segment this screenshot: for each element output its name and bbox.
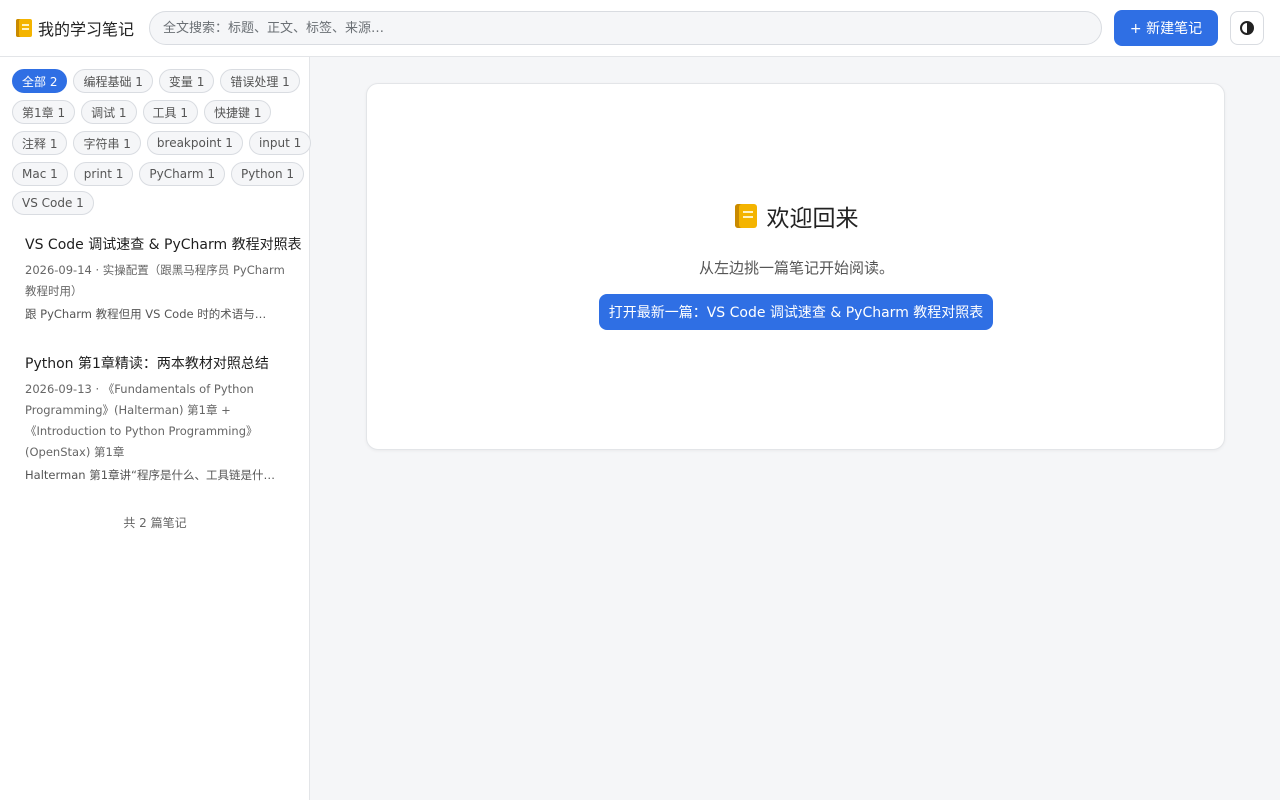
note-list-item[interactable]: Python 第1章精读：两本教材对照总结 2026-09-13 · 《Fund… — [25, 354, 287, 484]
tag-chip[interactable]: 错误处理 1 — [220, 69, 300, 93]
notebook-icon — [734, 204, 757, 228]
tag-chip[interactable]: print 1 — [73, 162, 134, 186]
tag-chip[interactable]: 调试 1 — [81, 100, 137, 124]
open-latest-note-button[interactable]: 打开最新一篇：VS Code 调试速查 & PyCharm 教程对照表 — [599, 294, 993, 330]
note-meta: 2026-09-14 · 实操配置（跟黑马程序员 PyCharm 教程时用） — [25, 263, 285, 298]
note-count: 共 2 篇笔记 — [123, 516, 187, 530]
app-title: 我的学习笔记 — [38, 20, 135, 39]
note-excerpt: 跟 PyCharm 教程但用 VS Code 时的术语与位… — [25, 307, 277, 321]
sidebar: 全部 2 编程基础 1 变量 1 错误处理 1 第1章 1 调试 1 工具 1 … — [0, 57, 312, 800]
note-excerpt: Halterman 第1章讲“程序是什么、工具链是什… — [25, 468, 275, 482]
tag-chip[interactable]: 注释 1 — [12, 131, 68, 155]
tag-chip[interactable]: 工具 1 — [142, 100, 198, 124]
welcome-title: 欢迎回来 — [766, 206, 859, 232]
notebook-icon — [16, 19, 32, 37]
welcome-card: 欢迎回来 从左边挑一篇笔记开始阅读。 打开最新一篇：VS Code 调试速查 &… — [366, 83, 1225, 450]
tag-all[interactable]: 全部 2 — [12, 69, 68, 93]
note-title: VS Code 调试速查 & PyCharm 教程对照表 — [25, 237, 302, 253]
tag-chip[interactable]: Python 1 — [230, 162, 305, 186]
note-title: Python 第1章精读：两本教材对照总结 — [25, 356, 269, 372]
welcome-subtitle: 从左边挑一篇笔记开始阅读。 — [698, 259, 894, 277]
new-note-button[interactable]: + 新建笔记 — [1114, 10, 1218, 46]
tag-chip[interactable]: 编程基础 1 — [73, 69, 153, 93]
app-logo: 我的学习笔记 — [16, 16, 134, 40]
tag-chip[interactable]: 快捷键 1 — [204, 100, 272, 124]
tag-chip[interactable]: 变量 1 — [158, 69, 215, 93]
app-header: 我的学习笔记 + 新建笔记 — [0, 0, 1280, 57]
note-meta: 2026-09-13 · 《Fundamentals of Python Pro… — [25, 382, 258, 459]
theme-toggle-button[interactable] — [1230, 11, 1264, 45]
welcome-heading: 欢迎回来 — [367, 199, 1226, 233]
tag-chip[interactable]: PyCharm 1 — [139, 162, 225, 186]
tag-chip[interactable]: Mac 1 — [12, 162, 68, 186]
note-list-item[interactable]: VS Code 调试速查 & PyCharm 教程对照表 2026-09-14 … — [25, 235, 302, 323]
tag-chip[interactable]: 第1章 1 — [12, 100, 76, 124]
tag-chip[interactable]: breakpoint 1 — [146, 131, 243, 155]
tag-chip[interactable]: VS Code 1 — [12, 191, 94, 215]
search-input[interactable] — [149, 11, 1102, 45]
tag-filter-list: 全部 2 编程基础 1 变量 1 错误处理 1 第1章 1 调试 1 工具 1 … — [12, 69, 312, 222]
tag-chip[interactable]: input 1 — [248, 131, 312, 155]
tag-chip[interactable]: 字符串 1 — [73, 131, 141, 155]
contrast-icon — [1240, 21, 1254, 35]
